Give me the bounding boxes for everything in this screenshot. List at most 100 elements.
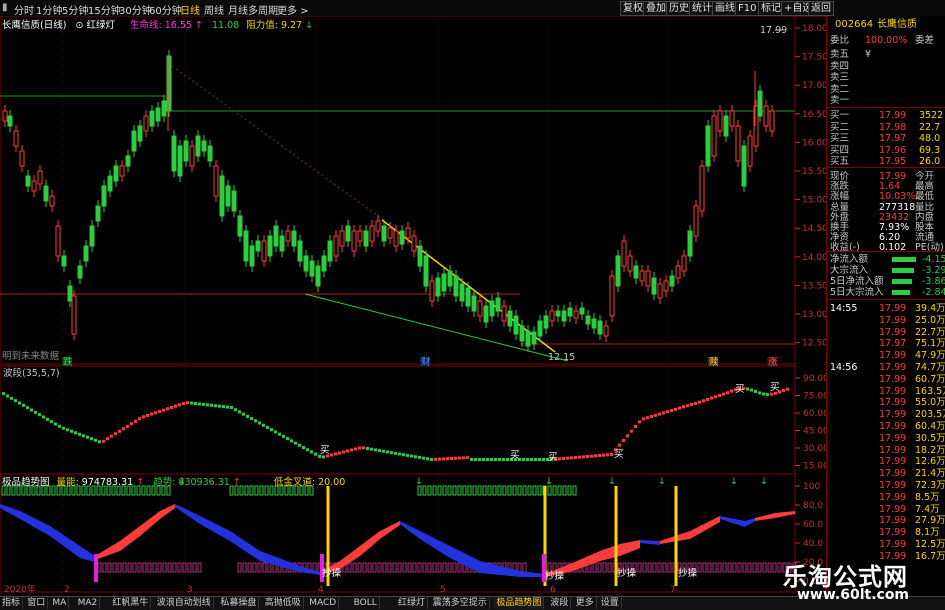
tab-indicator-0[interactable]: 指标 bbox=[0, 597, 24, 609]
wave-dot bbox=[410, 454, 413, 458]
tick-price: 17.99 bbox=[879, 444, 907, 456]
flow-row: 净流入额 -4.15 bbox=[827, 254, 945, 265]
tab-indicator-1[interactable]: 窗口 bbox=[25, 597, 49, 609]
wave-dot bbox=[102, 439, 105, 443]
candle-body bbox=[471, 295, 477, 312]
candle-body bbox=[573, 310, 579, 319]
candle-body bbox=[543, 315, 549, 329]
tab-period-1[interactable]: 1分钟 bbox=[36, 2, 62, 17]
tick-time: 14:55 bbox=[830, 303, 858, 314]
event-marker-zhang[interactable]: 涨 bbox=[768, 357, 778, 368]
wave-dot bbox=[270, 428, 273, 432]
tab-period-weekly[interactable]: 周线 bbox=[204, 2, 224, 17]
bid-label: 买三 bbox=[830, 133, 850, 144]
tab-indicator-9[interactable]: BOLL bbox=[352, 597, 380, 609]
back-button[interactable]: 返回 bbox=[808, 1, 834, 16]
tab-period-daily[interactable]: 日线 bbox=[180, 2, 200, 17]
wave-dot bbox=[730, 389, 733, 393]
candle-body bbox=[267, 235, 273, 257]
wave-dot bbox=[522, 458, 525, 461]
candle-body bbox=[231, 190, 237, 212]
wave-dot bbox=[22, 403, 25, 407]
wave-dot bbox=[266, 426, 269, 429]
wave-dot bbox=[622, 439, 625, 442]
candle-body bbox=[615, 255, 621, 287]
candle-body bbox=[567, 307, 573, 317]
tab-period-5[interactable]: 60分钟 bbox=[149, 2, 182, 17]
candle-body bbox=[113, 165, 119, 182]
bid-row: 买二 17.98 22.7 bbox=[827, 122, 945, 133]
tab-indicator-12[interactable]: 极品趋势图 bbox=[494, 597, 545, 609]
tab-period-2[interactable]: 5分钟 bbox=[62, 2, 88, 17]
wave-dot bbox=[202, 402, 205, 406]
order-ratio-label: 委比 bbox=[830, 35, 850, 46]
period-toolbar: ▮ 分时 1分钟 5分钟 15分钟 30分钟 60分钟 日线 周线 月线 多周期… bbox=[0, 0, 945, 17]
menu-icon[interactable]: ▮ bbox=[2, 2, 8, 13]
time-axis-label: 5 bbox=[440, 585, 446, 594]
tab-indicator-4[interactable]: 红帆黑牛 bbox=[110, 597, 152, 609]
wave-panel-frame bbox=[0, 365, 796, 475]
wave-dot bbox=[438, 457, 441, 461]
candle-body bbox=[83, 245, 89, 262]
tab-indicator-13[interactable]: 波段 bbox=[548, 597, 572, 609]
wave-dot bbox=[642, 417, 645, 421]
tab-indicator-2[interactable]: MA bbox=[50, 597, 70, 609]
candle-body bbox=[393, 230, 399, 247]
tab-indicator-8[interactable]: MACD bbox=[307, 597, 340, 609]
tick-row: 17.99 47.9万 bbox=[827, 350, 945, 361]
indicator-settings-icon[interactable]: ⊙ bbox=[75, 20, 83, 31]
tab-period-monthly[interactable]: 月线 bbox=[228, 2, 248, 17]
stock-chart[interactable]: 18.00 17.50 17.00 16.50 16.00 15.50 15.00 14.50… bbox=[0, 16, 826, 594]
candle-body bbox=[447, 270, 453, 287]
tick-price: 17.99 bbox=[879, 397, 907, 409]
tab-indicator-15[interactable]: 设置 bbox=[599, 597, 622, 609]
tab-indicator-6[interactable]: 私募操盘 bbox=[218, 597, 260, 609]
tab-indicator-5[interactable]: 波浪自动划线 bbox=[155, 597, 214, 609]
event-marker-die[interactable]: 跌 bbox=[63, 356, 73, 368]
event-marker-cai[interactable]: 财 bbox=[421, 356, 431, 368]
tab-period-3[interactable]: 15分钟 bbox=[88, 2, 121, 17]
bid-row: 买四 17.96 69.3 bbox=[827, 145, 945, 156]
candle-body bbox=[663, 280, 669, 292]
wave-dot bbox=[618, 443, 621, 447]
wave-dot bbox=[114, 432, 117, 436]
tab-indicator-3[interactable]: MA2 bbox=[76, 597, 101, 609]
tab-indicator-14[interactable]: 更多 bbox=[574, 597, 597, 609]
signal-bar-short bbox=[94, 554, 98, 582]
wave-axis-label: 90.00 bbox=[803, 374, 826, 384]
tab-indicator-10[interactable]: 红绿灯 bbox=[396, 597, 429, 609]
no-future-data-note: 明到未来数据 bbox=[2, 350, 60, 362]
indicator-name[interactable]: 红绿灯 bbox=[86, 20, 115, 31]
tick-price: 17.99 bbox=[879, 409, 907, 421]
tab-indicator-7[interactable]: 高抛低吸 bbox=[263, 597, 304, 609]
tab-period-0[interactable]: 分时 bbox=[14, 2, 34, 17]
wave-dot bbox=[190, 401, 193, 405]
stock-code: 002664 bbox=[835, 19, 874, 30]
flow-value: -4.15 bbox=[922, 254, 945, 265]
f10-button[interactable]: F10 bbox=[735, 1, 760, 16]
candle-body bbox=[381, 225, 387, 242]
candle-body bbox=[375, 220, 381, 232]
wave-dot bbox=[570, 456, 573, 460]
ask-row: 卖二 bbox=[827, 84, 945, 95]
wave-dot bbox=[246, 414, 249, 418]
wave-dot bbox=[58, 424, 61, 428]
tab-period-multi[interactable]: 多周期 bbox=[248, 2, 278, 17]
tab-indicator-11[interactable]: 震荡多空提示 bbox=[431, 597, 490, 609]
tab-period-4[interactable]: 30分钟 bbox=[119, 2, 152, 17]
tick-volume: 12.6万 bbox=[915, 456, 945, 468]
wave-dot bbox=[726, 391, 729, 395]
candle-body bbox=[555, 310, 561, 317]
candle-body bbox=[285, 230, 291, 242]
wave-dot bbox=[94, 438, 97, 442]
wave-dot bbox=[694, 401, 697, 405]
tab-period-more[interactable]: 更多 > bbox=[277, 2, 309, 17]
trend-panel-title: 极品趋势图 bbox=[2, 477, 50, 488]
time-axis-label: 2 bbox=[64, 585, 70, 594]
event-marker-shu[interactable]: 赎 bbox=[709, 356, 719, 368]
tick-price: 17.99 bbox=[879, 303, 907, 314]
tick-price: 17.99 bbox=[879, 456, 907, 468]
wave-dot bbox=[278, 432, 281, 436]
wave-dot bbox=[346, 449, 349, 453]
trend-axis-label: 80.0 bbox=[803, 501, 823, 511]
